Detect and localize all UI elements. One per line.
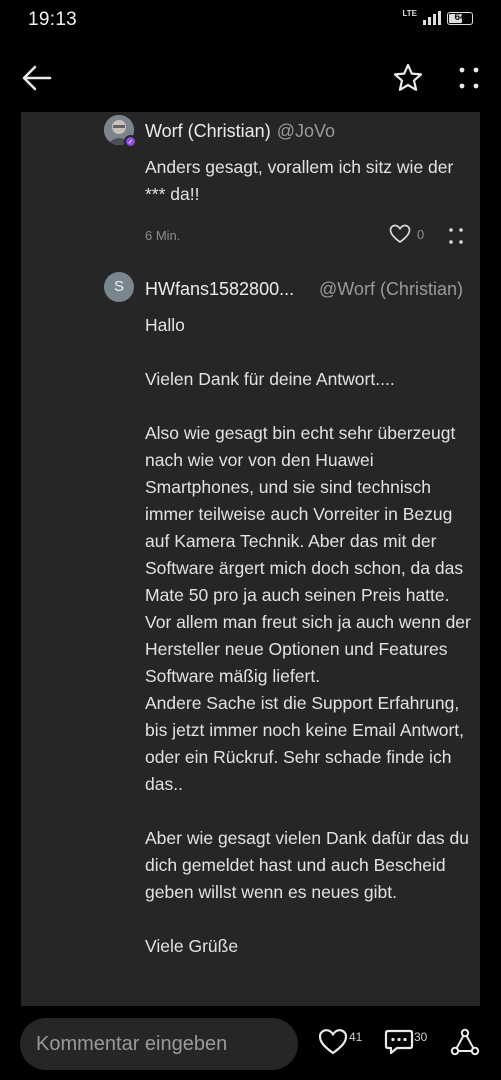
post-like-button[interactable] — [318, 1028, 348, 1061]
favorite-button[interactable] — [392, 62, 424, 94]
reply-handle[interactable]: @Worf (Christian) — [319, 279, 463, 300]
comment-author[interactable]: Worf (Christian) @JoVo — [145, 121, 335, 142]
more-dots-icon — [449, 228, 463, 244]
author-name[interactable]: Worf (Christian) — [145, 121, 271, 141]
comment-more-button[interactable] — [446, 226, 466, 246]
status-bar: 19:13 LTE 64 — [0, 0, 501, 42]
post-like-count: 41 — [349, 1030, 363, 1044]
comment-like-button[interactable]: 0 — [389, 224, 424, 244]
bottom-action-bar: Kommentar eingeben 41 30 — [0, 1006, 501, 1080]
share-button[interactable] — [450, 1028, 480, 1061]
share-icon — [450, 1028, 480, 1056]
heart-icon — [318, 1029, 348, 1055]
reply-comment: ✓ Worf (Christian) @JoVo Anders gesagt, v… — [21, 112, 480, 262]
network-type: LTE — [402, 8, 417, 18]
comment-text: Hallo Vielen Dank für deine Antwort.... … — [145, 312, 475, 960]
heart-icon — [389, 224, 411, 244]
verified-badge-icon: ✓ — [124, 135, 137, 148]
comment-paragraph: Aber wie gesagt vielen Dank dafür das du… — [145, 828, 469, 902]
signal-icon — [423, 11, 441, 25]
avatar[interactable]: S — [104, 272, 134, 302]
post-comment-count: 30 — [414, 1030, 428, 1044]
comment-time: 6 Min. — [145, 228, 181, 243]
star-outline-icon — [393, 63, 423, 91]
more-options-button[interactable] — [452, 62, 486, 94]
battery-icon: 64 — [447, 11, 473, 25]
like-count: 0 — [417, 226, 425, 242]
top-bar — [0, 50, 501, 106]
status-icons: LTE 64 — [402, 8, 473, 25]
back-button[interactable] — [20, 62, 54, 94]
comment-bubble-icon — [384, 1029, 414, 1055]
arrow-left-icon — [22, 65, 52, 91]
status-time: 19:13 — [28, 9, 78, 30]
comment-paragraph: Andere Sache ist die Support Erfahrung, … — [145, 693, 465, 794]
comment-thread: ✓ Worf (Christian) @JoVo Anders gesagt, v… — [21, 112, 480, 1012]
comment-input[interactable]: Kommentar eingeben — [20, 1018, 298, 1070]
reply-handle[interactable]: @JoVo — [277, 121, 335, 141]
comment-paragraph: Hallo — [145, 315, 185, 335]
more-vertical-icon — [459, 67, 479, 89]
avatar[interactable]: ✓ — [104, 115, 137, 148]
battery-level: 64 — [454, 11, 466, 23]
comment-paragraph: Also wie gesagt bin echt sehr überzeugt … — [145, 423, 471, 686]
comment-text: Anders gesagt, vorallem ich sitz wie der… — [145, 157, 454, 204]
post-comments-button[interactable] — [384, 1028, 414, 1061]
comment-paragraph: Vielen Dank für deine Antwort.... — [145, 369, 395, 389]
author-name[interactable]: HWfans1582800... — [145, 279, 294, 300]
comment-paragraph: Viele Grüße — [145, 936, 239, 956]
